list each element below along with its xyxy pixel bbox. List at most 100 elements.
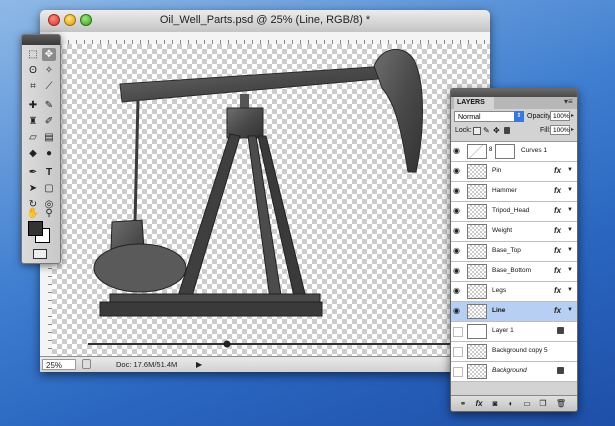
visibility-eye-icon[interactable]: ◉ (453, 147, 463, 155)
link-layers-icon[interactable]: ⚭ (457, 399, 469, 408)
zoom-tool-icon[interactable]: ⚲ (42, 207, 56, 220)
eyedropper-tool-icon[interactable]: ⟋ (42, 80, 56, 93)
visibility-eye-icon[interactable]: ◉ (453, 287, 463, 295)
layer-name: Background (492, 367, 527, 374)
lock-all-icon[interactable] (504, 127, 510, 134)
history-brush-tool-icon[interactable]: ✐ (42, 115, 56, 128)
layer-row-line[interactable]: ◉ Line fx ▼ (451, 302, 577, 322)
zoom-level-field[interactable]: 25% (42, 359, 76, 370)
clone-stamp-tool-icon[interactable]: ♜ (26, 115, 40, 128)
layer-name: Base_Bottom (492, 267, 532, 274)
adjustment-thumbnail (467, 144, 487, 159)
expand-arrow-icon[interactable]: ▼ (567, 247, 573, 253)
brush-tool-icon[interactable]: ✎ (42, 99, 56, 112)
fx-icon[interactable]: fx (554, 186, 561, 195)
visibility-toggle-empty[interactable] (453, 347, 463, 357)
visibility-eye-icon[interactable]: ◉ (453, 227, 463, 235)
expand-arrow-icon[interactable]: ▼ (567, 307, 573, 313)
layer-thumbnail (467, 244, 487, 259)
layer-row-legs[interactable]: ◉ Legs fx ▼ (451, 282, 577, 302)
move-tool-icon[interactable]: ✥ (42, 48, 56, 61)
tools-panel-header[interactable] (22, 35, 60, 45)
layer-row-base-bottom[interactable]: ◉ Base_Bottom fx ▼ (451, 262, 577, 282)
opacity-arrow-icon[interactable]: ▸ (571, 112, 574, 119)
visibility-eye-icon[interactable]: ◉ (453, 247, 463, 255)
gradient-tool-icon[interactable]: ▤ (42, 131, 56, 144)
visibility-eye-icon[interactable]: ◉ (453, 207, 463, 215)
pen-tool-icon[interactable]: ✒ (26, 166, 40, 179)
fx-icon[interactable]: fx (554, 206, 561, 215)
blur-tool-icon[interactable]: ◆ (26, 147, 40, 160)
layer-row-background[interactable]: Background (451, 362, 577, 382)
lock-pixels-icon[interactable]: ✎ (483, 126, 490, 135)
fx-icon[interactable]: fx (554, 246, 561, 255)
layers-tab[interactable]: LAYERS (454, 97, 494, 109)
document-titlebar[interactable]: Oil_Well_Parts.psd @ 25% (Line, RGB/8) * (40, 10, 490, 33)
shape-tool-icon[interactable]: ▢ (42, 182, 56, 195)
layer-row-weight[interactable]: ◉ Weight fx ▼ (451, 222, 577, 242)
lasso-tool-icon[interactable]: ʘ (26, 64, 40, 77)
layer-name: Weight (492, 227, 513, 234)
status-icon[interactable] (82, 359, 91, 369)
layers-bottom-bar: ⚭ fx ◙ ◐ ▭ ❐ 🗑 (451, 395, 577, 411)
visibility-eye-icon[interactable]: ◉ (453, 167, 463, 175)
fill-arrow-icon[interactable]: ▸ (571, 126, 574, 133)
chain-link-icon[interactable]: 8 (489, 147, 492, 153)
add-style-icon[interactable]: fx (473, 399, 485, 408)
layers-panel-header[interactable] (451, 89, 577, 97)
expand-arrow-icon[interactable]: ▼ (567, 227, 573, 233)
panel-menu-icon[interactable]: ▾≡ (564, 97, 573, 106)
visibility-eye-icon[interactable]: ◉ (453, 187, 463, 195)
visibility-eye-icon[interactable]: ◉ (453, 267, 463, 275)
hand-tool-icon[interactable]: ✋ (26, 207, 40, 220)
healing-brush-tool-icon[interactable]: ✚ (26, 99, 40, 112)
new-group-icon[interactable]: ▭ (521, 399, 533, 408)
delete-layer-icon[interactable]: 🗑 (555, 399, 567, 408)
visibility-toggle-empty[interactable] (453, 327, 463, 337)
new-adjustment-icon[interactable]: ◐ (505, 399, 517, 408)
fill-field[interactable]: 100% (550, 125, 570, 135)
add-mask-icon[interactable]: ◙ (489, 399, 501, 408)
layer-name: Base_Top (492, 247, 521, 254)
layer-row-pin[interactable]: ◉ Pin fx ▼ (451, 162, 577, 182)
lock-position-icon[interactable]: ✥ (493, 126, 500, 135)
magic-wand-tool-icon[interactable]: ✧ (42, 64, 56, 77)
visibility-eye-icon[interactable]: ◉ (453, 307, 463, 315)
expand-arrow-icon[interactable]: ▼ (567, 267, 573, 273)
layer-row-hammer[interactable]: ◉ Hammer fx ▼ (451, 182, 577, 202)
fx-icon[interactable]: fx (554, 166, 561, 175)
status-menu-arrow-icon[interactable]: ▶ (196, 360, 202, 369)
type-tool-icon[interactable]: T (42, 166, 56, 179)
layer-row-curves-1[interactable]: ◉ 8 Curves 1 (451, 142, 577, 162)
layer-thumbnail (467, 204, 487, 219)
fx-icon[interactable]: fx (554, 266, 561, 275)
marquee-tool-icon[interactable]: ⬚ (26, 48, 40, 61)
dodge-tool-icon[interactable]: ● (42, 147, 56, 160)
layer-row-background-copy-5[interactable]: Background copy 5 (451, 342, 577, 362)
status-bar: 25% Doc: 17.6M/51.4M ▶ (40, 356, 490, 372)
doc-info: Doc: 17.6M/51.4M (116, 360, 178, 369)
eraser-tool-icon[interactable]: ▱ (26, 131, 40, 144)
foreground-color-swatch[interactable] (28, 221, 43, 236)
layer-thumbnail (467, 324, 487, 339)
visibility-toggle-empty[interactable] (453, 367, 463, 377)
blend-mode-arrow-icon[interactable]: ⇕ (514, 111, 524, 122)
layer-row-tripod-head[interactable]: ◉ Tripod_Head fx ▼ (451, 202, 577, 222)
layer-row-layer-1[interactable]: Layer 1 (451, 322, 577, 342)
opacity-field[interactable]: 100% (550, 111, 570, 121)
expand-arrow-icon[interactable]: ▼ (567, 187, 573, 193)
expand-arrow-icon[interactable]: ▼ (567, 207, 573, 213)
expand-arrow-icon[interactable]: ▼ (567, 287, 573, 293)
new-layer-icon[interactable]: ❐ (537, 399, 549, 408)
crop-tool-icon[interactable]: ⌗ (26, 80, 40, 93)
fx-icon[interactable]: fx (554, 306, 561, 315)
fx-icon[interactable]: fx (554, 226, 561, 235)
lock-transparent-icon[interactable] (473, 127, 481, 135)
expand-arrow-icon[interactable]: ▼ (567, 167, 573, 173)
layer-thumbnail (467, 344, 487, 359)
fx-icon[interactable]: fx (554, 286, 561, 295)
quick-mask-icon[interactable] (33, 249, 47, 259)
layer-row-base-top[interactable]: ◉ Base_Top fx ▼ (451, 242, 577, 262)
path-selection-tool-icon[interactable]: ➤ (26, 182, 40, 195)
document-canvas[interactable] (52, 44, 490, 356)
